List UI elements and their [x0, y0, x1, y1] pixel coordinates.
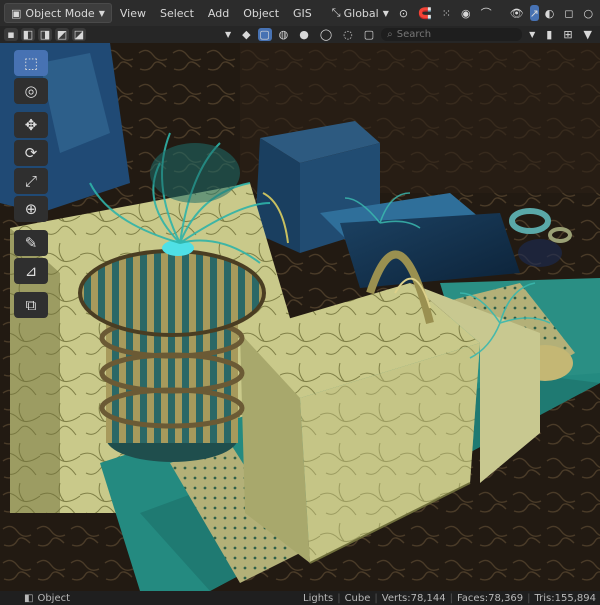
- stat-faces: Faces:78,369: [456, 592, 524, 604]
- orientation-label: Global: [343, 6, 379, 20]
- mode-label: Object Mode: [25, 6, 95, 20]
- scene-render: [0, 43, 600, 591]
- select-box-icon[interactable]: ⬚: [14, 50, 48, 76]
- select-mode-new-icon[interactable]: ▪: [4, 28, 18, 41]
- tool-shelf: ⬚ ◎ ✥ ⟳ ⤢ ⊕ ✎ ⊿ ⧉: [14, 49, 52, 319]
- stat-divider: |: [374, 592, 378, 604]
- orientation-icon: ⤡: [331, 6, 341, 19]
- search-field[interactable]: ⌕ Search: [381, 28, 523, 41]
- scene-stats: Lights | Cube | Verts:78,144 | Faces:78,…: [303, 593, 596, 604]
- orientation-dropdown[interactable]: ⤡ Global ▼: [328, 4, 393, 22]
- mouse-icon: ◧: [24, 592, 34, 604]
- select-mode-extend-icon[interactable]: ◧: [21, 28, 35, 41]
- snap-toggle-icon[interactable]: 🧲: [414, 4, 436, 22]
- add-cube-icon[interactable]: ⧉: [14, 292, 48, 318]
- pivot-icon[interactable]: ⊙: [395, 4, 412, 22]
- stat-verts: Verts:78,144: [381, 592, 446, 604]
- select-mode-intersect-icon[interactable]: ◪: [72, 28, 86, 41]
- tool-gap: [14, 223, 52, 229]
- search-placeholder: Search: [396, 29, 432, 40]
- solid-mode-icon[interactable]: ▢: [257, 28, 272, 41]
- lock-icon[interactable]: ▢: [360, 26, 378, 44]
- material-preview-icon[interactable]: ◍: [275, 26, 293, 44]
- 3d-viewport[interactable]: [0, 43, 600, 591]
- viewport-header: ▣ Object Mode ▼ View Select Add Object G…: [0, 0, 600, 26]
- mode-dropdown[interactable]: ▣ Object Mode ▼: [4, 3, 112, 23]
- move-icon[interactable]: ✥: [14, 112, 48, 138]
- shading-options-icon[interactable]: ◌: [339, 26, 357, 44]
- menu-view[interactable]: View: [114, 4, 152, 22]
- menu-select[interactable]: Select: [154, 4, 200, 22]
- cursor-icon[interactable]: ◎: [14, 78, 48, 104]
- measure-icon[interactable]: ⊿: [14, 258, 48, 284]
- select-mode-subtract-icon[interactable]: ◨: [38, 28, 52, 41]
- menu-object[interactable]: Object: [237, 4, 285, 22]
- stat-divider: |: [449, 592, 453, 604]
- render-engine-icon[interactable]: ◆: [238, 26, 254, 44]
- chevron-down-icon: ▼: [98, 8, 105, 18]
- proportional-edit-icon[interactable]: ◉: [457, 4, 475, 22]
- annotate-icon[interactable]: ✎: [14, 230, 48, 256]
- transform-icon[interactable]: ⊕: [14, 196, 48, 222]
- xray-icon[interactable]: ◻: [560, 4, 577, 22]
- scale-icon[interactable]: ⤢: [14, 168, 48, 194]
- chevron-down-icon: ▼: [382, 8, 389, 18]
- falloff-curve-icon[interactable]: ⌒: [477, 4, 496, 22]
- status-mode-label: Object: [37, 592, 71, 604]
- tool-gap: [14, 105, 52, 111]
- stat-divider: |: [337, 592, 341, 604]
- shading-icon[interactable]: ○: [580, 4, 598, 22]
- status-bar: ◧ Object Lights | Cube | Verts:78,144 | …: [0, 591, 600, 605]
- filter-icon[interactable]: ▼: [580, 26, 596, 44]
- visibility-icon[interactable]: 👁: [506, 4, 528, 22]
- gizmo-toggle-icon[interactable]: ↗: [529, 5, 539, 21]
- menu-gis[interactable]: GIS: [287, 4, 318, 22]
- menu-add[interactable]: Add: [202, 4, 235, 22]
- stat-object: Cube: [344, 592, 371, 604]
- tool-header: ▪ ◧ ◨ ◩ ◪ ▼ ◆ ▢ ◍ ● ◯ ◌ ▢ ⌕ Search ▼ ▮ ⊞…: [0, 26, 600, 43]
- mode-icon: ▣: [11, 6, 22, 20]
- status-mode: ◧ Object: [24, 593, 70, 604]
- wireframe-icon[interactable]: ◯: [316, 26, 336, 44]
- bookmark-icon[interactable]: ▮: [542, 26, 556, 44]
- stat-collection: Lights: [303, 592, 334, 604]
- outliner-icon[interactable]: ⊞: [559, 26, 576, 44]
- filter-dropdown-icon[interactable]: ▼: [525, 26, 539, 44]
- stat-divider: |: [527, 592, 531, 604]
- snap-grid-icon[interactable]: ⁙: [438, 4, 455, 22]
- overlay-toggle-icon[interactable]: ◐: [541, 4, 559, 22]
- search-icon: ⌕: [387, 29, 393, 40]
- chevron-down-icon[interactable]: ▼: [221, 26, 235, 44]
- tool-gap: [14, 285, 52, 291]
- rendered-mode-icon[interactable]: ●: [295, 26, 313, 44]
- rotate-icon[interactable]: ⟳: [14, 140, 48, 166]
- stat-tris: Tris:155,894: [534, 592, 596, 604]
- select-mode-invert-icon[interactable]: ◩: [55, 28, 69, 41]
